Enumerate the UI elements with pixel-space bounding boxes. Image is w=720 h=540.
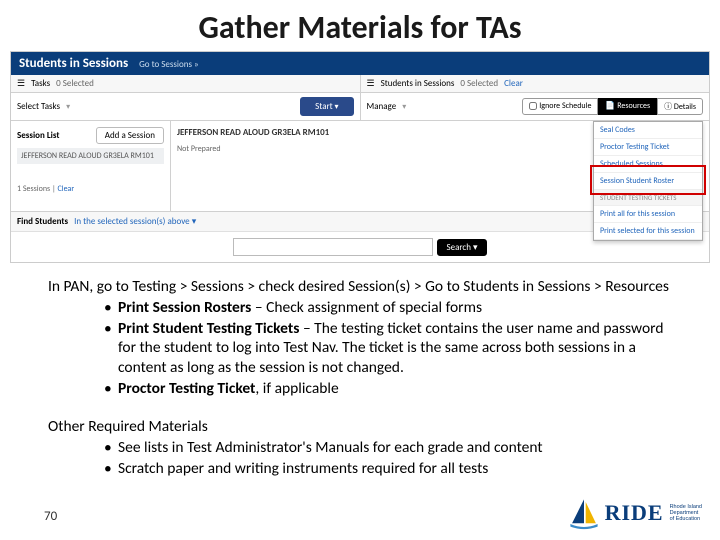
- sail-icon: [567, 496, 601, 530]
- main-area: Session List Add a Session JEFFERSON REA…: [11, 121, 709, 211]
- search-button-label: Search: [446, 242, 470, 253]
- search-input[interactable]: [233, 238, 433, 256]
- details-label: Details: [674, 102, 696, 112]
- page-number: 70: [44, 509, 57, 524]
- list-item: Print Student Testing Tickets – The test…: [104, 319, 672, 378]
- find-scope-label: In the selected session(s) above: [74, 216, 190, 227]
- list-item: See lists in Test Administrator's Manual…: [104, 438, 672, 458]
- tabs-toolbar: ☰ Tasks 0 Selected ☰ Students in Session…: [11, 75, 709, 93]
- session-count: 1 Sessions |: [17, 184, 56, 194]
- resources-label: Resources: [617, 101, 650, 111]
- tasks-selected-count: 0 Selected: [56, 78, 94, 89]
- find-scope-select[interactable]: In the selected session(s) above ▾: [74, 216, 196, 227]
- menu-print-selected[interactable]: Print selected for this session: [594, 223, 702, 240]
- session-list-title: Session List: [17, 130, 60, 141]
- session-sidebar: Session List Add a Session JEFFERSON REA…: [11, 121, 171, 211]
- ignore-schedule-label: Ignore Schedule: [539, 101, 591, 111]
- ignore-schedule-pill[interactable]: Ignore Schedule: [522, 98, 598, 115]
- tasks-tab[interactable]: Tasks: [31, 78, 50, 89]
- b3-bold: Proctor Testing Ticket: [118, 379, 255, 398]
- add-session-button[interactable]: Add a Session: [96, 127, 164, 144]
- list-item: Scratch paper and writing instruments re…: [104, 459, 672, 479]
- menu-scheduled-sessions[interactable]: Scheduled Sessions: [594, 156, 702, 173]
- chevron-down-icon: ▾: [66, 102, 70, 112]
- other-title: Other Required Materials: [48, 417, 672, 437]
- go-to-sessions-link[interactable]: Go to Sessions »: [139, 59, 199, 70]
- menu-seal-codes[interactable]: Seal Codes: [594, 122, 702, 139]
- other-materials-block: Other Required Materials See lists in Te…: [48, 417, 672, 478]
- sessions-clear-link[interactable]: Clear: [57, 184, 74, 194]
- b2-bold: Print Student Testing Tickets: [118, 319, 299, 338]
- resources-dropdown: Seal Codes Proctor Testing Ticket Schedu…: [593, 121, 703, 241]
- other-list: See lists in Test Administrator's Manual…: [48, 438, 672, 479]
- app-screenshot: Students in Sessions Go to Sessions » ☰ …: [10, 51, 710, 263]
- start-button[interactable]: Start: [300, 97, 353, 116]
- menu-proctor-ticket[interactable]: Proctor Testing Ticket: [594, 139, 702, 156]
- manage-label: Manage: [367, 101, 397, 112]
- instruction-text: In PAN, go to Testing > Sessions > check…: [0, 263, 720, 478]
- ride-logo: RIDE Rhode Island Department of Educatio…: [567, 496, 702, 530]
- ride-logo-subtitle: Rhode Island Department of Education: [670, 504, 702, 522]
- students-selected-count: 0 Selected: [460, 78, 498, 89]
- search-button[interactable]: Search ▾: [437, 239, 486, 256]
- menu-session-roster[interactable]: Session Student Roster: [594, 173, 702, 190]
- menu-print-all[interactable]: Print all for this session: [594, 206, 702, 223]
- view-toggle: Ignore Schedule 📄 Resources ⓘ Details: [522, 98, 703, 115]
- list-item: Print Session Rosters – Check assignment…: [104, 298, 672, 318]
- b1-bold: Print Session Rosters: [118, 298, 251, 317]
- session-row[interactable]: JEFFERSON READ ALOUD GR3ELA RM101: [17, 148, 164, 164]
- ignore-schedule-checkbox[interactable]: [529, 102, 537, 110]
- chevron-down-icon: ▾: [402, 102, 406, 112]
- list-icon: ☰: [17, 78, 25, 89]
- filter-row: Select Tasks ▾ Start Manage ▾ Ignore Sch…: [11, 93, 709, 121]
- students-tab[interactable]: Students in Sessions: [381, 78, 455, 89]
- sub3: of Education: [670, 516, 702, 522]
- intro-line: In PAN, go to Testing > Sessions > check…: [48, 277, 672, 297]
- resources-pill[interactable]: 📄 Resources: [598, 98, 657, 115]
- b3-rest: , if applicable: [255, 379, 338, 398]
- slide-title: Gather Materials for TAs: [0, 0, 720, 51]
- app-header-title: Students in Sessions: [19, 56, 128, 71]
- session-content: JEFFERSON READ ALOUD GR3ELA RM101 Not Pr…: [171, 121, 709, 211]
- instruction-list: Print Session Rosters – Check assignment…: [48, 298, 672, 399]
- app-header: Students in Sessions Go to Sessions »: [11, 52, 709, 75]
- b1-rest: – Check assignment of special forms: [251, 298, 482, 317]
- clear-link[interactable]: Clear: [504, 78, 523, 89]
- menu-section-tickets: STUDENT TESTING TICKETS: [594, 190, 702, 206]
- list-icon: ☰: [367, 78, 375, 89]
- find-students-label: Find Students: [17, 216, 68, 227]
- details-pill[interactable]: ⓘ Details: [657, 98, 703, 115]
- select-tasks-label: Select Tasks: [17, 101, 60, 112]
- ride-logo-text: RIDE: [605, 500, 664, 526]
- list-item: Proctor Testing Ticket, if applicable: [104, 379, 672, 399]
